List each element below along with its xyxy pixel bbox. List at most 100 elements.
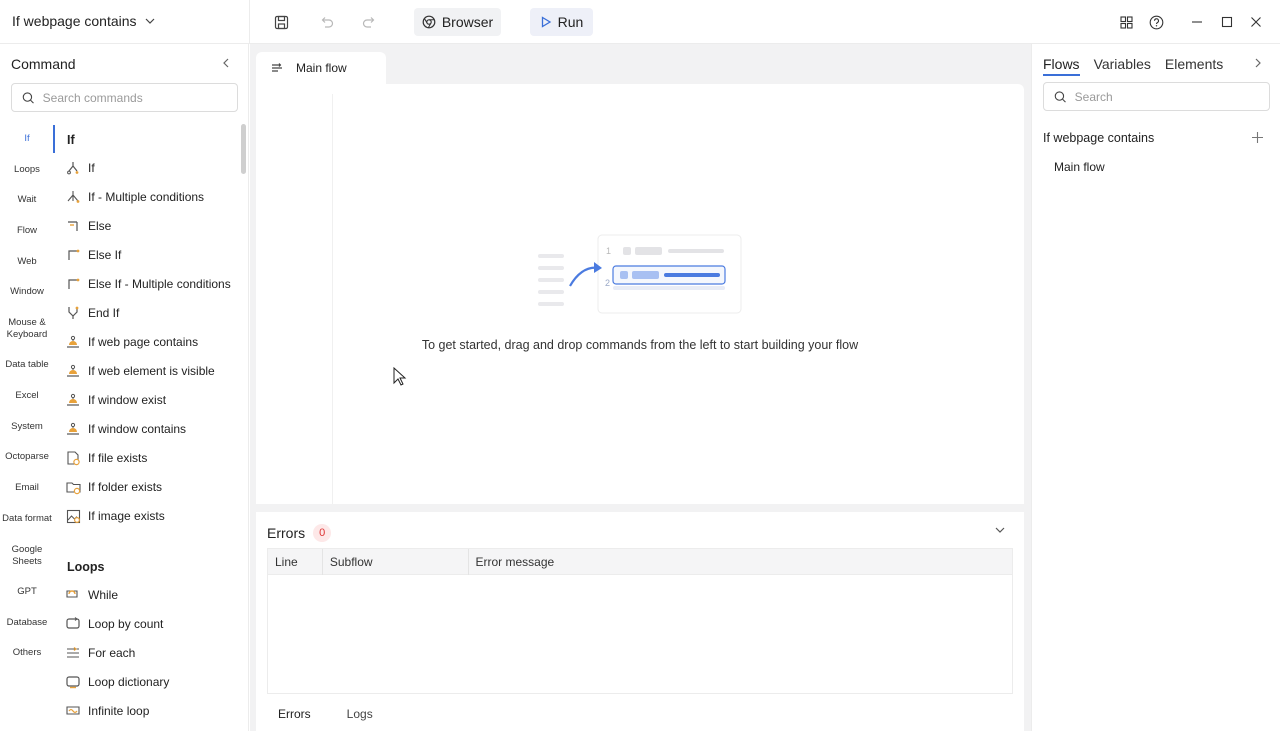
errors-header: Errors 0 [267,524,332,542]
svg-text:2: 2 [605,278,610,288]
flow-group-title[interactable]: If webpage contains [1043,131,1154,145]
tab-main-flow-label: Main flow [296,61,347,75]
category-octoparse[interactable]: Octoparse [0,451,54,463]
group-header-if: If [67,133,75,147]
tab-variables[interactable]: Variables [1094,56,1151,76]
collapse-right-panel-icon[interactable] [1252,57,1264,72]
redo-icon[interactable] [359,12,379,32]
chevron-down-icon [145,18,154,24]
empty-flow-message: To get started, drag and drop commands f… [421,338,859,352]
category-system[interactable]: System [0,421,54,433]
category-mouse-keyboard[interactable]: Mouse & Keyboard [0,317,54,341]
tab-elements[interactable]: Elements [1165,56,1223,76]
command-item[interactable]: If image exists [65,505,165,527]
help-icon[interactable] [1146,12,1166,32]
else-if-multi-icon [65,276,81,292]
collapse-left-panel-icon[interactable] [220,57,232,72]
category-if[interactable]: If [0,133,54,145]
column-error-message[interactable]: Error message [469,549,1013,575]
category-data-format[interactable]: Data format [0,513,54,525]
command-item[interactable]: Loop dictionary [65,671,169,693]
tab-main-flow[interactable]: Main flow [256,52,386,84]
add-subflow-icon[interactable] [1251,128,1264,149]
category-email[interactable]: Email [0,482,54,494]
command-item[interactable]: End If [65,302,119,324]
category-web[interactable]: Web [0,256,54,268]
command-item[interactable]: While [65,584,118,606]
command-item[interactable]: If file exists [65,447,147,469]
grid-icon[interactable] [1116,12,1136,32]
save-icon[interactable] [271,12,291,32]
category-loops[interactable]: Loops [0,164,54,176]
command-item[interactable]: Else [65,215,111,237]
flows-search-box[interactable] [1043,82,1270,111]
flow-icon [272,63,282,72]
flows-search-input[interactable] [1074,89,1269,104]
command-search-input[interactable] [42,90,237,105]
top-toolbar: If webpage contains Browser Run [0,0,1280,44]
category-active-indicator [53,125,55,153]
line-number-gutter [332,94,333,504]
flows-panel: Flows Variables Elements If webpage cont… [1031,44,1280,731]
else-icon [65,218,81,234]
category-data-table[interactable]: Data table [0,359,54,371]
mouse-cursor-icon [393,367,407,386]
category-window[interactable]: Window [0,286,54,298]
image-check-icon [65,508,81,524]
folder-check-icon [65,479,81,495]
flow-item-main[interactable]: Main flow [1054,160,1105,174]
errors-table-header: Line Subflow Error message [268,548,1013,575]
file-check-icon [65,450,81,466]
project-selector[interactable]: If webpage contains [12,13,155,29]
category-others[interactable]: Others [0,647,54,659]
loop-dictionary-icon [65,674,81,690]
flow-canvas[interactable]: 1 2 To get started, drag and drop comman… [256,84,1024,504]
search-icon [22,91,34,104]
window-condition-icon [65,392,81,408]
command-item[interactable]: If [65,157,95,179]
category-flow[interactable]: Flow [0,225,54,237]
errors-count-badge: 0 [313,524,332,542]
command-item[interactable]: For each [65,642,135,664]
category-database[interactable]: Database [0,617,54,629]
run-button[interactable]: Run [530,8,593,36]
close-icon[interactable] [1246,12,1266,32]
command-item[interactable]: If web element is visible [65,360,215,382]
command-panel-title: Command [11,56,76,72]
tab-flows[interactable]: Flows [1043,56,1080,76]
command-item[interactable]: Loop by count [65,613,163,635]
command-search-box[interactable] [11,83,238,112]
command-item[interactable]: If web page contains [65,331,198,353]
command-panel: Command If Loops Wait Flow Web Window Mo… [0,44,249,731]
category-google-sheets[interactable]: Google Sheets [0,544,54,568]
tab-logs[interactable]: Logs [336,702,384,731]
right-panel-tabs: Flows Variables Elements [1043,56,1223,76]
browser-button[interactable]: Browser [414,8,501,36]
web-element-condition-icon [65,363,81,379]
maximize-icon[interactable] [1217,12,1237,32]
command-list-scrollbar[interactable] [241,124,246,174]
tab-errors[interactable]: Errors [267,702,322,731]
flow-editor: Main flow 1 2 To get started, drag and d… [250,44,1031,731]
command-item[interactable]: If - Multiple conditions [65,186,204,208]
column-line[interactable]: Line [268,548,323,575]
while-loop-icon [65,587,81,603]
for-each-icon [65,645,81,661]
undo-icon[interactable] [316,12,336,32]
command-item[interactable]: Else If - Multiple conditions [65,273,231,295]
command-item[interactable]: If window contains [65,418,186,440]
loop-count-icon [65,616,81,632]
category-wait[interactable]: Wait [0,194,54,206]
command-item[interactable]: Infinite loop [65,700,149,722]
else-if-icon [65,247,81,263]
collapse-errors-icon[interactable] [994,524,1006,539]
command-item[interactable]: Else If [65,244,121,266]
minimize-icon[interactable] [1187,12,1207,32]
command-item[interactable]: If window exist [65,389,166,411]
category-excel[interactable]: Excel [0,390,54,402]
command-item[interactable]: If folder exists [65,476,162,498]
run-label: Run [557,14,584,30]
category-gpt[interactable]: GPT [0,586,54,598]
column-subflow[interactable]: Subflow [323,548,469,575]
svg-text:1: 1 [606,246,611,256]
